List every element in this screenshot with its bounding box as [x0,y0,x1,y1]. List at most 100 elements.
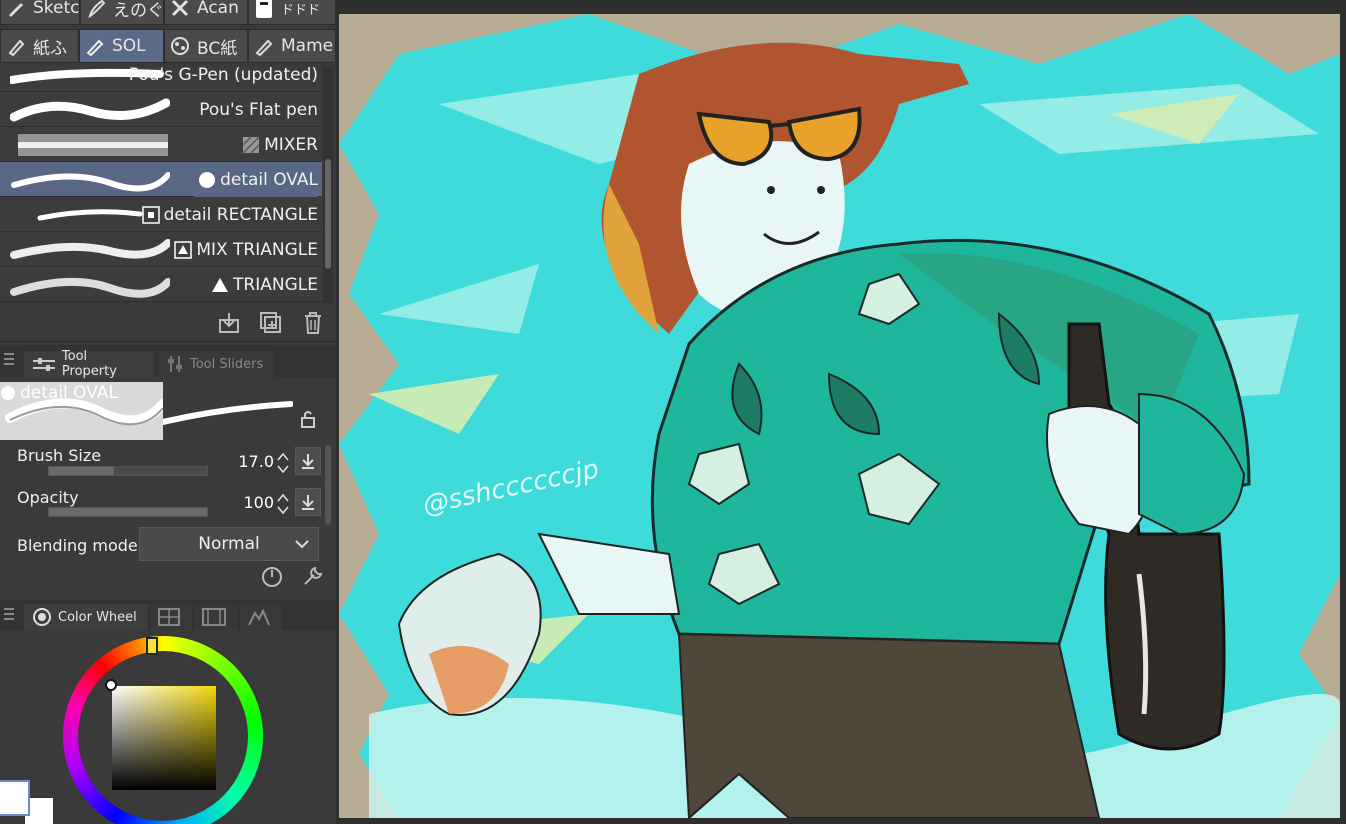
square-icon [141,205,160,224]
triangle-icon [212,277,229,292]
import-icon[interactable] [217,311,241,335]
tool-tab-label: BC紙 [197,38,238,59]
duplicate-icon[interactable] [259,311,283,335]
tool-property-tabs: Tool Property Tool Sliders [0,345,336,379]
sliders-icon [33,358,55,371]
slider-fill [49,508,207,516]
blending-mode-select[interactable]: Normal [139,527,319,561]
brush-name: MIX TRIANGLE [174,232,318,267]
brush-name: MIXER [242,127,318,162]
triangle-outline-icon [174,240,193,259]
lock-icon[interactable] [299,410,317,432]
brush-size-popup-button[interactable] [295,447,321,475]
brush-size-value[interactable]: 17.0 [214,452,274,471]
brush-item[interactable]: MIXER [0,127,322,162]
hue-marker[interactable] [146,637,158,655]
vertical-sliders-icon [168,356,182,372]
tool-tab-acan[interactable]: Acan [164,0,248,25]
tool-tab-mame[interactable]: Mame [248,29,336,63]
blending-mode-value: Normal [198,534,260,554]
brush-stroke-preview [11,172,170,192]
color-panel-tabs: Color Wheel [0,600,336,630]
tab-color-set[interactable] [150,604,192,630]
brush-name: TRIANGLE [211,267,318,302]
palette-icon [158,608,180,626]
left-panel: Sketc えのぐ Acan ドドド 紙ふ SOL BC紙 Mame Pou's… [0,0,336,824]
brush-list: Pou's G-Pen (updated) Pou's Flat pen MIX… [0,67,322,303]
wrench-icon[interactable] [301,564,325,592]
brush-item[interactable]: detail RECTANGLE [0,197,322,232]
tool-tab-sol[interactable]: SOL [79,29,164,63]
brush-name: Pou's G-Pen (updated) [128,67,318,85]
tool-tab-label: SOL [112,36,146,56]
tab-label: Color Wheel [58,609,137,625]
hatched-square-icon [242,135,260,154]
artwork: @sshccccccjp [339,14,1340,818]
scrollbar-thumb[interactable] [325,159,331,269]
current-brush-name: detail OVAL [0,383,118,403]
property-scrollbar[interactable] [325,445,331,525]
tool-tab-label: ドドド [281,2,321,18]
brush-name: Pou's Flat pen [199,99,318,120]
trash-icon[interactable] [301,311,325,335]
brush-size-label: Brush Size [17,446,102,465]
brush-name: detail OVAL [194,162,318,197]
color-picker-cursor[interactable] [105,679,117,691]
pen-icon [84,35,106,57]
pencil-icon [5,0,27,19]
tab-label: Tool Property [61,349,117,379]
opacity-value[interactable]: 100 [214,493,274,512]
tool-tab-label: 紙ふ [33,38,67,59]
circle-icon [199,171,216,188]
saturation-value-square[interactable] [112,686,216,790]
tool-tab-label: Sketc [33,0,80,18]
panel-menu-icon[interactable] [4,608,14,623]
brush-item-selected[interactable]: detail OVAL [0,162,322,197]
cross-brush-icon [169,0,191,19]
opacity-slider[interactable] [48,507,208,517]
panel-menu-icon[interactable] [4,353,14,368]
main-color-swatch[interactable] [0,780,30,816]
glasses-bridge [768,122,790,128]
preview-stroke-extension [163,401,293,425]
tab-color-slider[interactable] [240,604,282,630]
drawing-canvas[interactable]: @sshccccccjp [339,14,1340,818]
eye-right [817,186,825,194]
brush-stroke-preview [10,239,170,259]
texture-icon [169,35,191,57]
tab-color-wheel[interactable]: Color Wheel [24,604,148,630]
tab-label: Tool Sliders [190,356,264,372]
blending-mode-label: Blending mode [17,536,138,555]
tab-tool-sliders[interactable]: Tool Sliders [158,351,274,377]
download-arrow-icon [302,495,314,510]
brush-name: detail RECTANGLE [141,197,318,232]
color-wheel-icon [33,608,51,626]
marker-icon [253,35,275,57]
tool-tab-enogu[interactable]: えのぐ [80,0,164,25]
brush-item[interactable]: MIX TRIANGLE [0,232,322,267]
circle-icon [1,386,15,400]
spinner-arrows-icon[interactable] [277,452,289,474]
brush-list-scrollbar[interactable] [323,67,333,303]
tab-tool-property[interactable]: Tool Property [24,349,154,379]
reset-icon[interactable] [260,565,284,593]
chevron-down-icon [295,540,309,549]
tool-tab-dododo[interactable]: ドドド [248,0,336,25]
tool-tab-bc[interactable]: BC紙 [164,29,248,63]
brush-item[interactable]: Pou's Flat pen [0,92,322,127]
tool-tab-sketch[interactable]: Sketc [0,0,80,25]
brush-stroke-preview [10,277,170,298]
eye-left [767,186,775,194]
tool-tab-label: Acan [197,0,239,18]
brush-stroke-preview [10,98,170,122]
tab-color-history[interactable] [194,604,238,630]
brush-size-slider[interactable] [48,466,208,476]
brush-icon [85,0,107,19]
opacity-popup-button[interactable] [295,488,321,516]
spinner-arrows-icon[interactable] [277,493,289,515]
slider-fill [49,467,114,475]
brush-item[interactable]: Pou's G-Pen (updated) [0,67,322,92]
brush-item[interactable]: TRIANGLE [0,267,322,302]
tool-tab-kamifu[interactable]: 紙ふ [0,29,79,63]
download-arrow-icon [302,454,314,469]
